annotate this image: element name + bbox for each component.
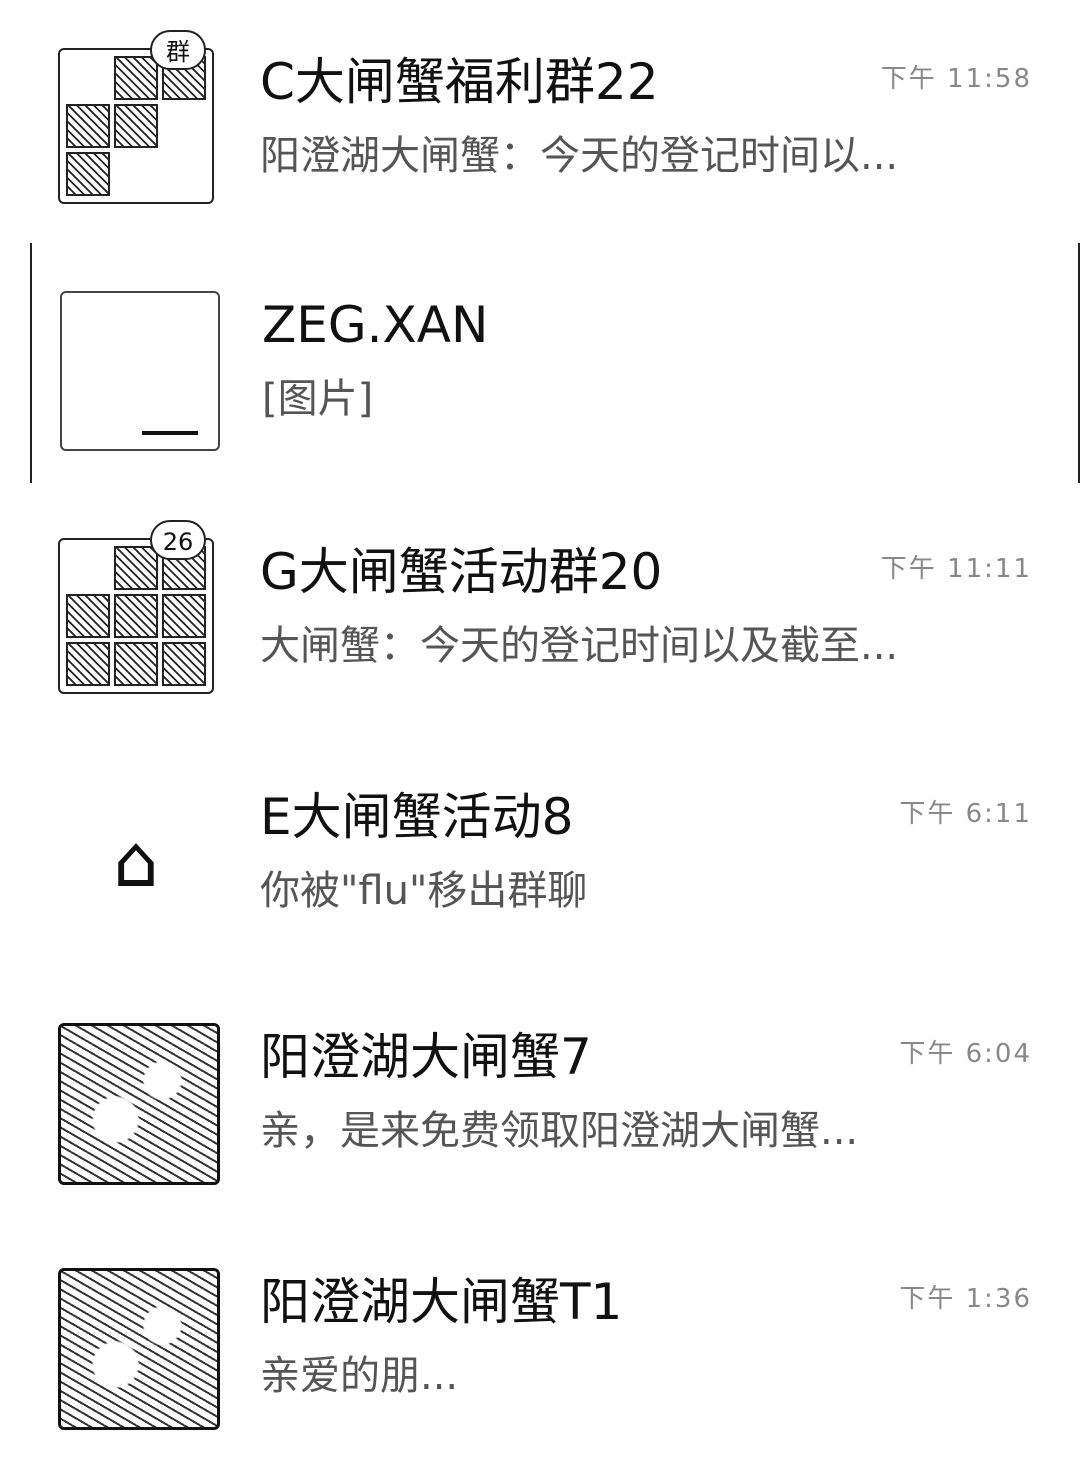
chat-time: 下午 11:11 — [880, 554, 1032, 584]
chat-preview: [图片] — [262, 376, 374, 422]
group-avatar — [58, 48, 214, 204]
chat-row[interactable]: 群 C大闸蟹福利群22 阳澄湖大闸蟹：今天的登记时间以... 下午 11:58 — [0, 0, 1080, 240]
group-avatar — [58, 538, 214, 694]
chat-preview: 亲爱的朋... — [260, 1353, 459, 1399]
chat-row[interactable]: ⌂ E大闸蟹活动8 你被"flu"移出群聊 下午 6:11 — [0, 735, 1080, 975]
chat-time: 下午 6:11 — [899, 799, 1032, 829]
photo-avatar — [58, 1023, 220, 1185]
chat-preview: 你被"flu"移出群聊 — [260, 868, 588, 914]
avatar — [60, 291, 220, 451]
chat-title: ZEG.XAN — [262, 296, 489, 354]
chat-preview: 大闸蟹：今天的登记时间以及截至... — [260, 623, 899, 669]
chat-time: 下午 11:58 — [880, 64, 1032, 94]
chat-row[interactable]: 26 G大闸蟹活动群20 大闸蟹：今天的登记时间以及截至... 下午 11:11 — [0, 490, 1080, 730]
chat-preview: 亲，是来免费领取阳澄湖大闸蟹... — [260, 1108, 859, 1154]
chat-time: 下午 6:04 — [899, 1039, 1032, 1069]
chat-list: 群 C大闸蟹福利群22 阳澄湖大闸蟹：今天的登记时间以... 下午 11:58 … — [0, 0, 1080, 1430]
photo-avatar — [58, 1268, 220, 1430]
chat-row[interactable]: 阳澄湖大闸蟹T1 亲爱的朋... 下午 1:36 — [0, 1220, 1080, 1460]
chat-time: 下午 1:36 — [899, 1284, 1032, 1314]
chat-row[interactable]: ZEG.XAN [图片] — [30, 243, 1080, 483]
chat-row[interactable]: 阳澄湖大闸蟹7 亲，是来免费领取阳澄湖大闸蟹... 下午 6:04 — [0, 975, 1080, 1215]
group-badge: 群 — [150, 30, 206, 70]
chat-preview: 阳澄湖大闸蟹：今天的登记时间以... — [260, 133, 899, 179]
avatar: ⌂ — [58, 783, 214, 939]
unread-badge: 26 — [150, 520, 206, 560]
building-icon: ⌂ — [113, 819, 159, 903]
